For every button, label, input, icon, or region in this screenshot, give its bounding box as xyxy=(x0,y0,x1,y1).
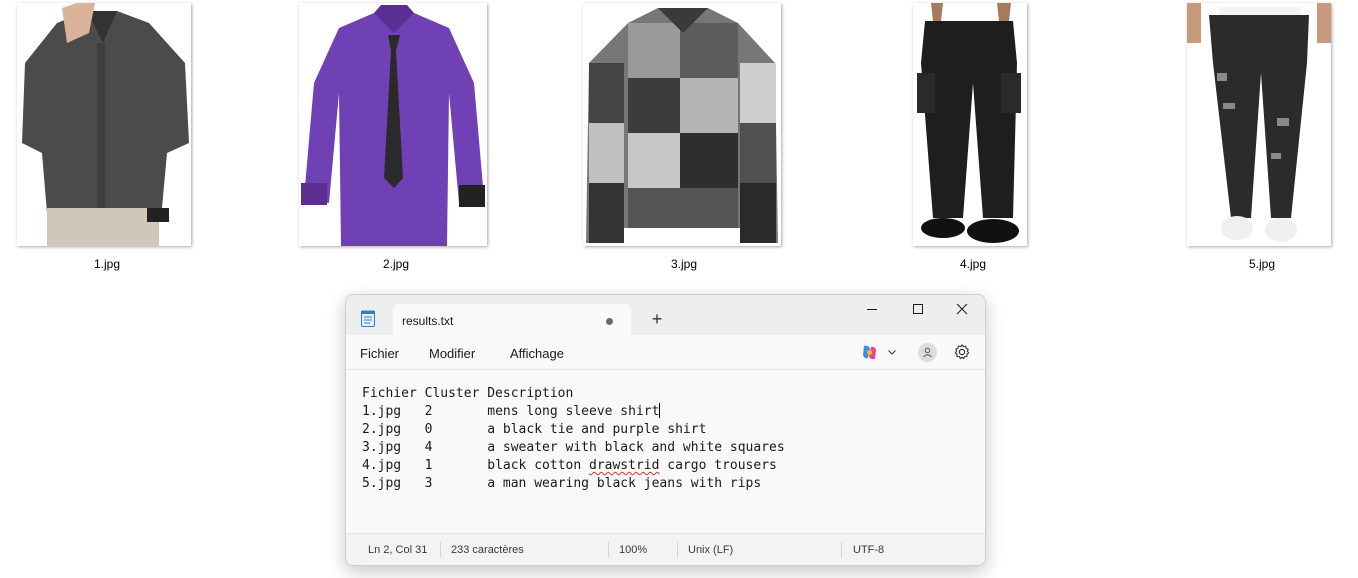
character-count: 233 caractères xyxy=(451,544,524,556)
ripped-jeans-image xyxy=(1187,3,1331,246)
thumbnail-filename-1: 1.jpg xyxy=(93,257,121,271)
menu-edit[interactable]: Modifier xyxy=(429,346,475,361)
maximize-icon xyxy=(913,304,923,314)
image-thumbnail-2[interactable] xyxy=(299,3,487,246)
image-thumbnail-3[interactable] xyxy=(583,3,781,246)
row-4-file: 4.jpg xyxy=(362,458,402,473)
row-1-file: 1.jpg xyxy=(362,404,402,419)
title-bar[interactable]: results.txt + xyxy=(346,295,985,337)
image-thumbnail-4[interactable] xyxy=(913,3,1027,246)
encoding[interactable]: UTF-8 xyxy=(853,544,884,556)
unsaved-indicator-icon[interactable] xyxy=(606,318,613,325)
maximize-button[interactable] xyxy=(895,295,941,323)
chevron-down-icon[interactable] xyxy=(887,348,897,356)
thumbnail-filename-4: 4.jpg xyxy=(959,257,987,271)
minimize-icon xyxy=(867,309,877,310)
status-divider xyxy=(608,542,609,558)
new-tab-button[interactable]: + xyxy=(646,308,668,330)
menu-bar: Fichier Modifier Affichage xyxy=(346,335,985,370)
header-line: Fichier Cluster Description xyxy=(362,386,574,401)
row-5-file: 5.jpg xyxy=(362,476,402,491)
row-1-description: mens long sleeve shirt xyxy=(487,404,660,419)
row-3-cluster: 4 xyxy=(424,440,433,455)
close-icon xyxy=(956,303,968,315)
row-5-cluster: 3 xyxy=(424,476,433,491)
image-thumbnail-5[interactable] xyxy=(1187,3,1331,246)
menu-file[interactable]: Fichier xyxy=(360,346,399,361)
row-2-description: a black tie and purple shirt xyxy=(487,422,707,437)
zoom-level[interactable]: 100% xyxy=(619,544,647,556)
text-caret xyxy=(659,403,661,418)
row-4-cluster: 1 xyxy=(424,458,433,473)
thumbnail-filename-2: 2.jpg xyxy=(382,257,410,271)
notepad-window: results.txt + Fichier Modifier Affichage… xyxy=(345,294,986,566)
thumbnail-filename-5: 5.jpg xyxy=(1248,257,1276,271)
row-2-cluster: 0 xyxy=(424,422,433,437)
status-divider xyxy=(440,542,441,558)
notepad-icon xyxy=(361,310,375,327)
thumbnail-filename-3: 3.jpg xyxy=(670,257,698,271)
row-3-description: a sweater with black and white squares xyxy=(487,440,785,455)
row-4-description-end: cargo trousers xyxy=(659,458,777,473)
tab-title: results.txt xyxy=(402,314,454,328)
desktop: 1.jpg 2.jpg 3.jpg 4.jpg 5.jpg results.tx… xyxy=(0,0,1358,578)
status-bar: Ln 2, Col 31 233 caractères 100% Unix (L… xyxy=(346,533,985,565)
tab-results-txt[interactable]: results.txt xyxy=(393,304,631,337)
row-2-file: 2.jpg xyxy=(362,422,402,437)
close-button[interactable] xyxy=(939,295,985,323)
row-4-description-start: black cotton xyxy=(487,458,589,473)
account-icon[interactable] xyxy=(918,343,937,362)
patchwork-sweater-image xyxy=(583,3,781,246)
grey-shirt-image xyxy=(17,3,191,246)
copilot-icon[interactable] xyxy=(861,344,878,361)
menu-view[interactable]: Affichage xyxy=(510,346,564,361)
status-divider xyxy=(841,542,842,558)
row-3-file: 3.jpg xyxy=(362,440,402,455)
image-thumbnail-1[interactable] xyxy=(17,3,191,246)
spelling-error-word[interactable]: drawstrid xyxy=(589,458,659,473)
cargo-trousers-image xyxy=(913,3,1027,246)
text-editor[interactable]: Fichier Cluster Description 1.jpg 2 mens… xyxy=(346,370,985,533)
line-ending[interactable]: Unix (LF) xyxy=(688,544,733,556)
purple-shirt-image xyxy=(299,3,487,246)
person-icon xyxy=(923,347,932,358)
minimize-button[interactable] xyxy=(849,295,895,323)
row-5-description: a man wearing black jeans with rips xyxy=(487,476,762,491)
editor-text: Fichier Cluster Description 1.jpg 2 mens… xyxy=(362,385,785,493)
cursor-position[interactable]: Ln 2, Col 31 xyxy=(368,544,427,556)
gear-icon[interactable] xyxy=(953,343,971,361)
status-divider xyxy=(677,542,678,558)
row-1-cluster: 2 xyxy=(424,404,433,419)
